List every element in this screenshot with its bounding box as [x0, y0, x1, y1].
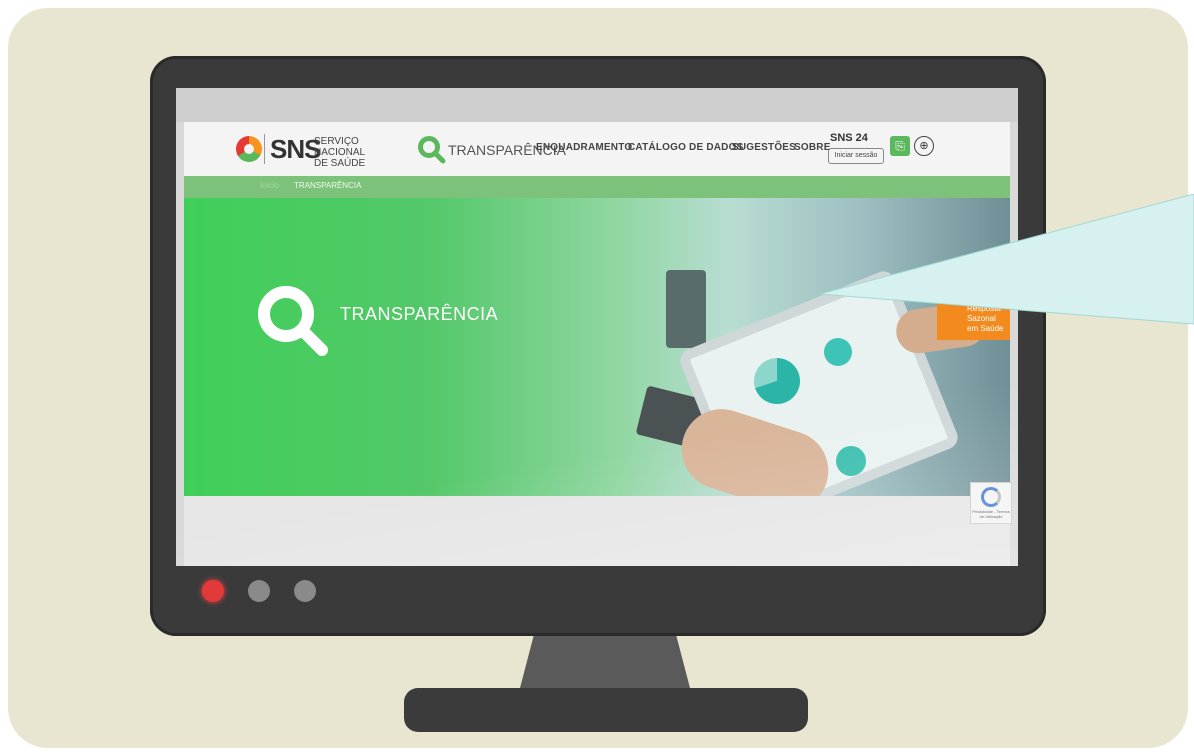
monitor-stand-neck [520, 636, 690, 688]
magnifier-icon[interactable] [416, 134, 446, 164]
login-button[interactable]: Iniciar sessão [828, 148, 884, 164]
brand-subtitle: SERVIÇO NACIONAL DE SAÚDE [314, 136, 394, 169]
brand-subtitle-line1: SERVIÇO NACIONAL [314, 136, 366, 158]
recaptcha-widget[interactable]: Privacidade - Termos de Utilização [970, 482, 1012, 524]
power-light [202, 580, 224, 602]
hero-photo-cup [666, 270, 706, 348]
hero-photo-pie-chart [754, 358, 800, 404]
recaptcha-text: Privacidade - Termos de Utilização [972, 509, 1010, 519]
recaptcha-icon [981, 487, 1001, 507]
globe-icon[interactable]: ⊕ [914, 136, 934, 156]
hero-photo-pie-chart [836, 446, 866, 476]
browser-top-bar [176, 88, 1018, 122]
sns24-label[interactable]: SNS 24 [830, 132, 868, 144]
site-header: SNS SERVIÇO NACIONAL DE SAÚDE TRANSPARÊN… [184, 122, 1010, 176]
nav-catalogo-dados[interactable]: CATÁLOGO DE DADOS [628, 142, 743, 153]
monitor-button [294, 580, 316, 602]
nav-enquadramento[interactable]: ENQUADRAMENTO [536, 142, 632, 153]
hero-photo-pie-chart [824, 338, 852, 366]
hero-title: TRANSPARÊNCIA [340, 304, 499, 324]
breadcrumb-home[interactable]: Início [260, 181, 279, 190]
callout-pointer [820, 194, 1194, 325]
accessibility-icon[interactable]: ⎘ [890, 136, 910, 156]
monitor-button [248, 580, 270, 602]
page-footer [184, 496, 1010, 566]
hero-magnifier-icon [258, 286, 328, 356]
brand-acronym[interactable]: SNS [270, 134, 321, 165]
nav-sugestoes[interactable]: SUGESTÕES [732, 142, 796, 153]
brand-subtitle-line2: DE SAÚDE [314, 158, 366, 169]
sns-logo-icon[interactable] [236, 136, 262, 162]
breadcrumb-current: TRANSPARÊNCIA [294, 181, 362, 190]
monitor-stand-base [404, 688, 808, 732]
nav-sobre[interactable]: SOBRE [794, 142, 831, 153]
logo-divider [264, 134, 265, 164]
